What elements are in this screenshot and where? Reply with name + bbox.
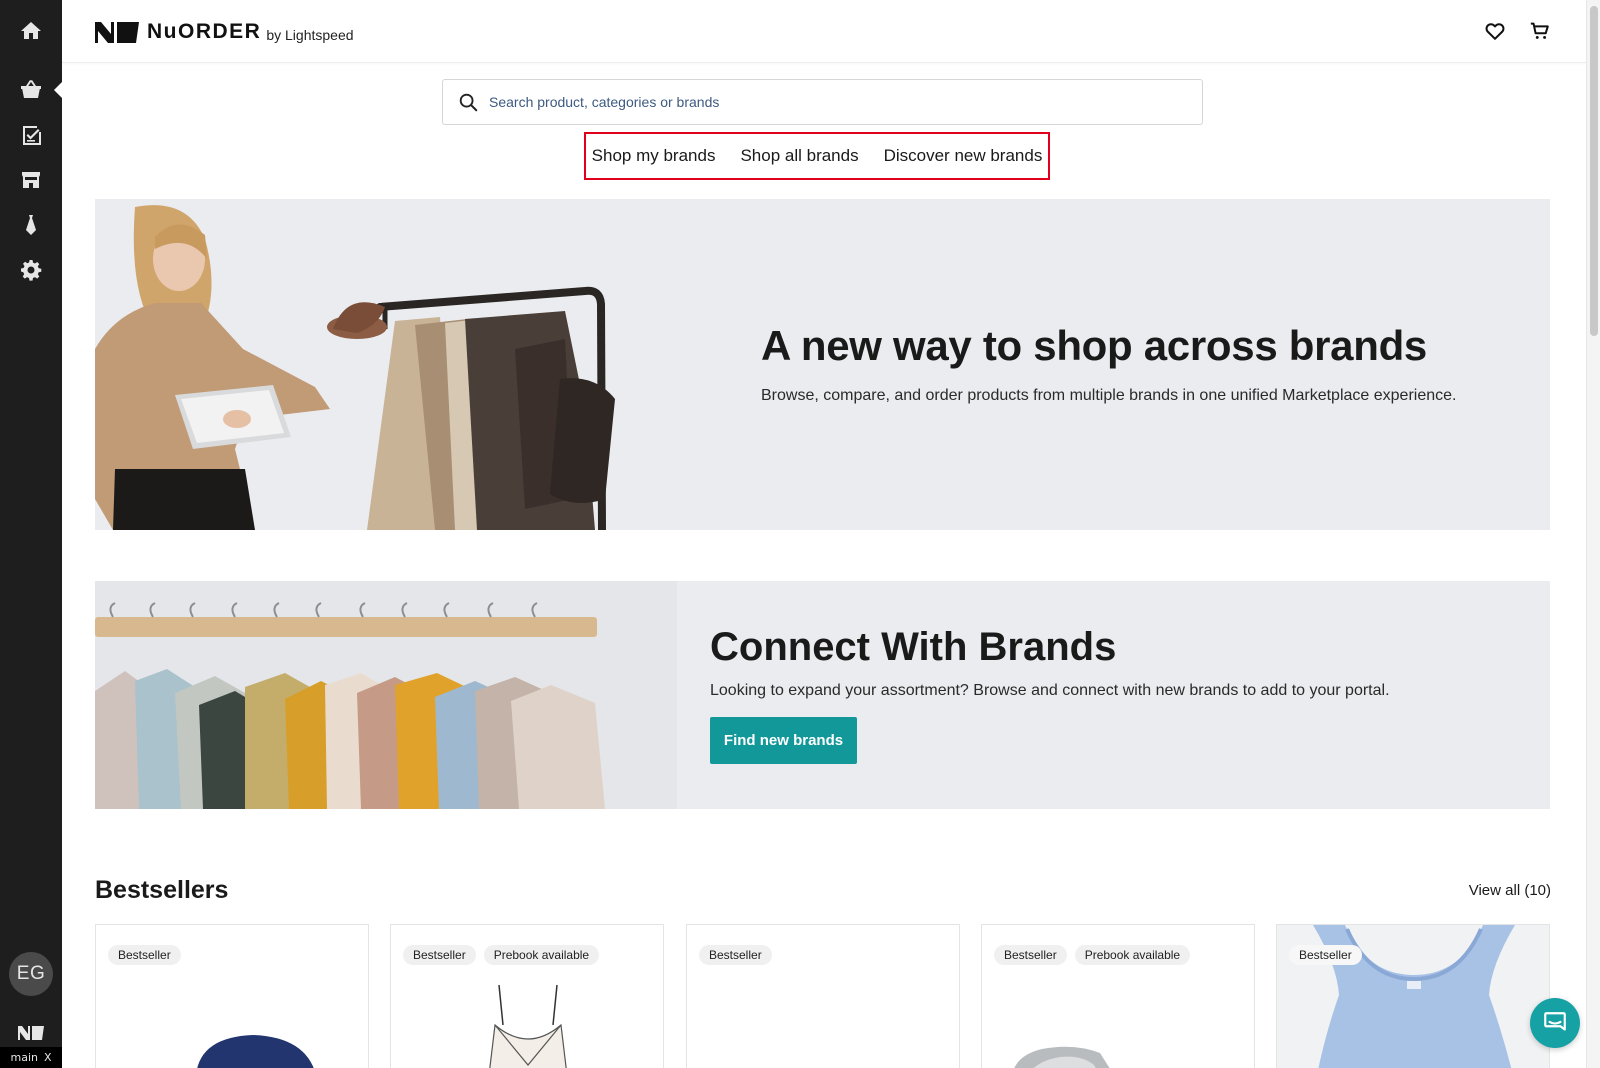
view-all-link[interactable]: View all (10) (1460, 882, 1551, 899)
bestseller-badge: Bestseller (108, 945, 181, 965)
hero-image-sweaters-on-rack (95, 581, 677, 809)
bestseller-badge: Bestseller (403, 945, 476, 965)
shop-all-brands-link[interactable]: Shop all brands (740, 146, 858, 166)
nuorder-mark-icon (18, 1026, 44, 1040)
logo-subtitle: by Lightspeed (266, 26, 354, 43)
search-input[interactable] (489, 94, 1169, 110)
hero-subtitle: Browse, compare, and order products from… (761, 387, 1457, 404)
chat-icon (1544, 1012, 1566, 1031)
search-icon (459, 93, 478, 112)
user-avatar[interactable]: EG (9, 952, 53, 996)
prebook-badge: Prebook available (1074, 945, 1191, 965)
product-card[interactable]: Bestseller (686, 924, 960, 1068)
connect-title: Connect With Brands (710, 625, 1117, 669)
heart-icon[interactable] (1484, 20, 1506, 42)
home-icon[interactable] (17, 17, 45, 45)
brand-nav: Shop my brands Shop all brands Discover … (584, 132, 1050, 180)
marketplace-hero-banner: A new way to shop across brands Browse, … (95, 199, 1550, 530)
bestsellers-heading: Bestsellers (95, 876, 229, 904)
chat-launcher-button[interactable] (1530, 998, 1580, 1048)
storefront-icon[interactable] (17, 166, 45, 194)
environment-label: main (10, 1051, 38, 1064)
discover-new-brands-link[interactable]: Discover new brands (884, 146, 1043, 166)
shopping-basket-icon[interactable] (17, 75, 45, 103)
bestseller-badge: Bestseller (699, 945, 772, 965)
shop-my-brands-link[interactable]: Shop my brands (592, 146, 716, 166)
search-bar[interactable] (442, 79, 1203, 125)
product-card[interactable]: Bestseller (95, 924, 369, 1068)
product-card[interactable]: Bestseller Prebook available (981, 924, 1255, 1068)
logo-wordmark: NuORDER (147, 20, 262, 43)
prebook-badge: Prebook available (483, 945, 600, 965)
page-scrollbar[interactable] (1586, 0, 1600, 1068)
cart-icon[interactable] (1529, 20, 1551, 42)
nuorder-mark-icon (95, 21, 139, 43)
bestseller-badge: Bestseller (994, 945, 1067, 965)
gear-icon[interactable] (17, 256, 45, 284)
avatar-initials: EG (16, 963, 46, 984)
find-new-brands-button[interactable]: Find new brands (710, 717, 857, 764)
bestseller-badge: Bestseller (1289, 945, 1362, 965)
tie-icon[interactable] (17, 211, 45, 239)
checklist-icon[interactable] (17, 121, 45, 149)
product-card[interactable]: Bestseller (1276, 924, 1550, 1068)
active-indicator (54, 82, 62, 98)
connect-with-brands-banner: Connect With Brands Looking to expand yo… (95, 581, 1550, 809)
hero-title: A new way to shop across brands (761, 322, 1427, 369)
scrollbar-thumb[interactable] (1590, 6, 1598, 336)
nuorder-logo[interactable]: NuORDER by Lightspeed (95, 20, 354, 44)
top-header: NuORDER by Lightspeed (62, 0, 1586, 63)
hero-image-woman-clothing-rack (95, 205, 615, 530)
product-card[interactable]: Bestseller Prebook available (390, 924, 664, 1068)
left-sidebar: EG main X (0, 0, 62, 1068)
bestsellers-carousel: Bestseller Bestseller Prebook available … (95, 924, 1550, 1068)
environment-tag: main X (0, 1047, 62, 1068)
environment-close-button[interactable]: X (44, 1051, 52, 1064)
connect-subtitle: Looking to expand your assortment? Brows… (710, 682, 1390, 699)
